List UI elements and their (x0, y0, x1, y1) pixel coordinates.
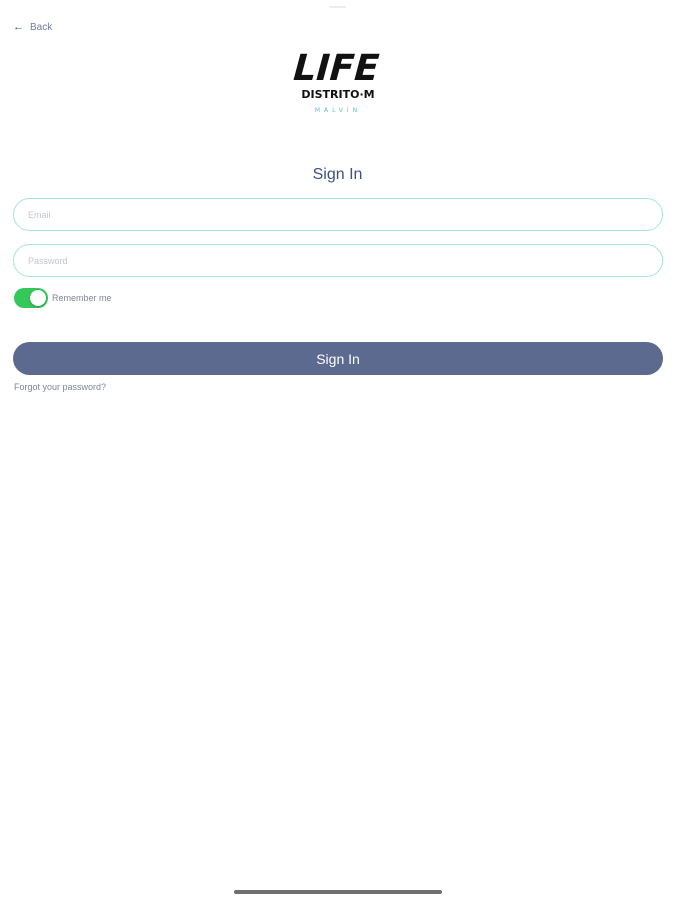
top-indicator (329, 6, 346, 8)
toggle-knob (30, 290, 46, 306)
remember-me-row: Remember me (14, 288, 112, 308)
logo-life-text: LIFE (292, 48, 381, 89)
forgot-password-link[interactable]: Forgot your password? (14, 382, 106, 392)
sign-in-button[interactable]: Sign In (13, 342, 663, 375)
email-field[interactable] (13, 198, 663, 231)
remember-me-label: Remember me (52, 293, 112, 303)
home-indicator (234, 890, 442, 894)
back-label: Back (30, 22, 53, 33)
page-title: Sign In (312, 166, 363, 183)
arrow-left-icon: ← (13, 21, 24, 33)
sign-in-screen: ← Back LIFE DISTRITO·M MALVÍN Sign In Re… (0, 0, 675, 900)
logo-distrito-text: DISTRITO·M (301, 88, 374, 101)
brand-logo: LIFE DISTRITO·M MALVÍN (292, 44, 384, 116)
remember-me-toggle[interactable] (14, 288, 48, 308)
password-field[interactable] (13, 244, 663, 277)
logo-malvin-text: MALVÍN (315, 107, 361, 114)
back-button[interactable]: ← Back (13, 21, 53, 34)
